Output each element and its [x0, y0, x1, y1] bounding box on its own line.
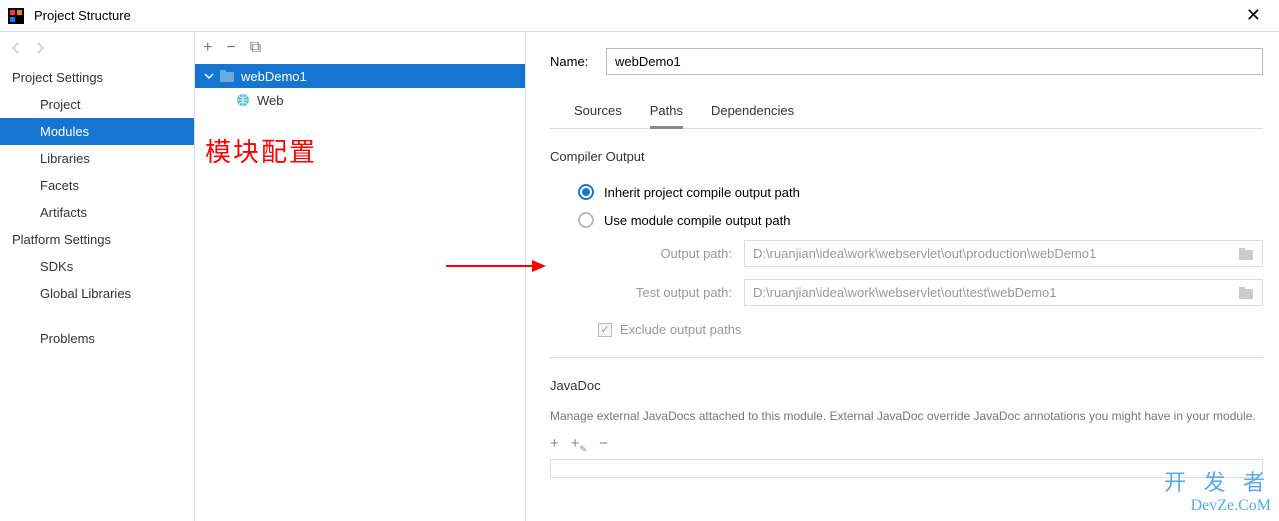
- sidebar-item-global-libraries[interactable]: Global Libraries: [0, 280, 194, 307]
- test-output-path-label: Test output path:: [598, 285, 738, 300]
- tab-paths[interactable]: Paths: [650, 97, 683, 129]
- tab-dependencies[interactable]: Dependencies: [711, 97, 794, 128]
- name-label: Name:: [550, 54, 606, 69]
- module-name-input[interactable]: [606, 48, 1263, 75]
- app-logo-icon: [8, 8, 24, 24]
- exclude-output-label: Exclude output paths: [620, 322, 741, 337]
- javadoc-toolbar: + +✎ −: [550, 431, 1263, 460]
- radio-inherit-label: Inherit project compile output path: [604, 185, 800, 200]
- copy-module-button[interactable]: ⧉: [250, 39, 261, 57]
- remove-module-button[interactable]: −: [226, 39, 235, 57]
- radio-use-module[interactable]: [578, 212, 594, 228]
- javadoc-list[interactable]: [550, 460, 1263, 478]
- tree-toolbar: + − ⧉: [195, 32, 525, 64]
- web-facet-icon: [235, 92, 251, 108]
- exclude-output-checkbox: [598, 323, 612, 337]
- sidebar-section-platform: Platform Settings: [0, 226, 194, 253]
- javadoc-add-url-button[interactable]: +✎: [571, 435, 587, 455]
- close-button[interactable]: ✕: [1236, 3, 1271, 28]
- javadoc-description: Manage external JavaDocs attached to thi…: [550, 407, 1263, 425]
- compiler-output-title: Compiler Output: [550, 149, 1263, 164]
- sidebar-item-libraries[interactable]: Libraries: [0, 145, 194, 172]
- annotation-text: 模块配置: [205, 132, 317, 169]
- sidebar-item-project[interactable]: Project: [0, 91, 194, 118]
- nav-history: [0, 32, 194, 64]
- tree-node-root[interactable]: webDemo1: [195, 64, 525, 88]
- radio-inherit[interactable]: [578, 184, 594, 200]
- sidebar-item-modules[interactable]: Modules: [0, 118, 194, 145]
- chevron-down-icon: [203, 70, 215, 82]
- browse-folder-icon: [1238, 286, 1254, 300]
- output-path-label: Output path:: [598, 246, 738, 261]
- settings-sidebar: Project Settings Project Modules Librari…: [0, 32, 195, 521]
- sidebar-section-project: Project Settings: [0, 64, 194, 91]
- back-icon[interactable]: [8, 40, 24, 56]
- tree-node-label: Web: [257, 93, 284, 108]
- radio-use-module-label: Use module compile output path: [604, 213, 790, 228]
- sidebar-item-artifacts[interactable]: Artifacts: [0, 199, 194, 226]
- divider: [550, 357, 1263, 358]
- javadoc-add-button[interactable]: +: [550, 435, 559, 455]
- titlebar: Project Structure ✕: [0, 0, 1279, 32]
- window-title: Project Structure: [34, 8, 1236, 23]
- tab-sources[interactable]: Sources: [574, 97, 622, 128]
- add-module-button[interactable]: +: [203, 39, 212, 57]
- tree-node-web[interactable]: Web: [195, 88, 525, 112]
- sidebar-item-facets[interactable]: Facets: [0, 172, 194, 199]
- modules-tree-panel: + − ⧉ webDemo1 Web 模块配置: [195, 32, 526, 521]
- sidebar-item-sdks[interactable]: SDKs: [0, 253, 194, 280]
- modules-tree: webDemo1 Web: [195, 64, 525, 112]
- tree-node-label: webDemo1: [241, 69, 307, 84]
- module-folder-icon: [219, 68, 235, 84]
- sidebar-item-problems[interactable]: Problems: [0, 325, 194, 352]
- module-tabs: Sources Paths Dependencies: [550, 97, 1263, 129]
- javadoc-title: JavaDoc: [550, 378, 1263, 393]
- output-path-input: D:\ruanjian\idea\work\webservlet\out\pro…: [744, 240, 1263, 267]
- module-details-panel: Name: Sources Paths Dependencies Compile…: [526, 32, 1279, 521]
- test-output-path-input: D:\ruanjian\idea\work\webservlet\out\tes…: [744, 279, 1263, 306]
- forward-icon[interactable]: [32, 40, 48, 56]
- javadoc-remove-button[interactable]: −: [599, 435, 608, 455]
- browse-folder-icon: [1238, 247, 1254, 261]
